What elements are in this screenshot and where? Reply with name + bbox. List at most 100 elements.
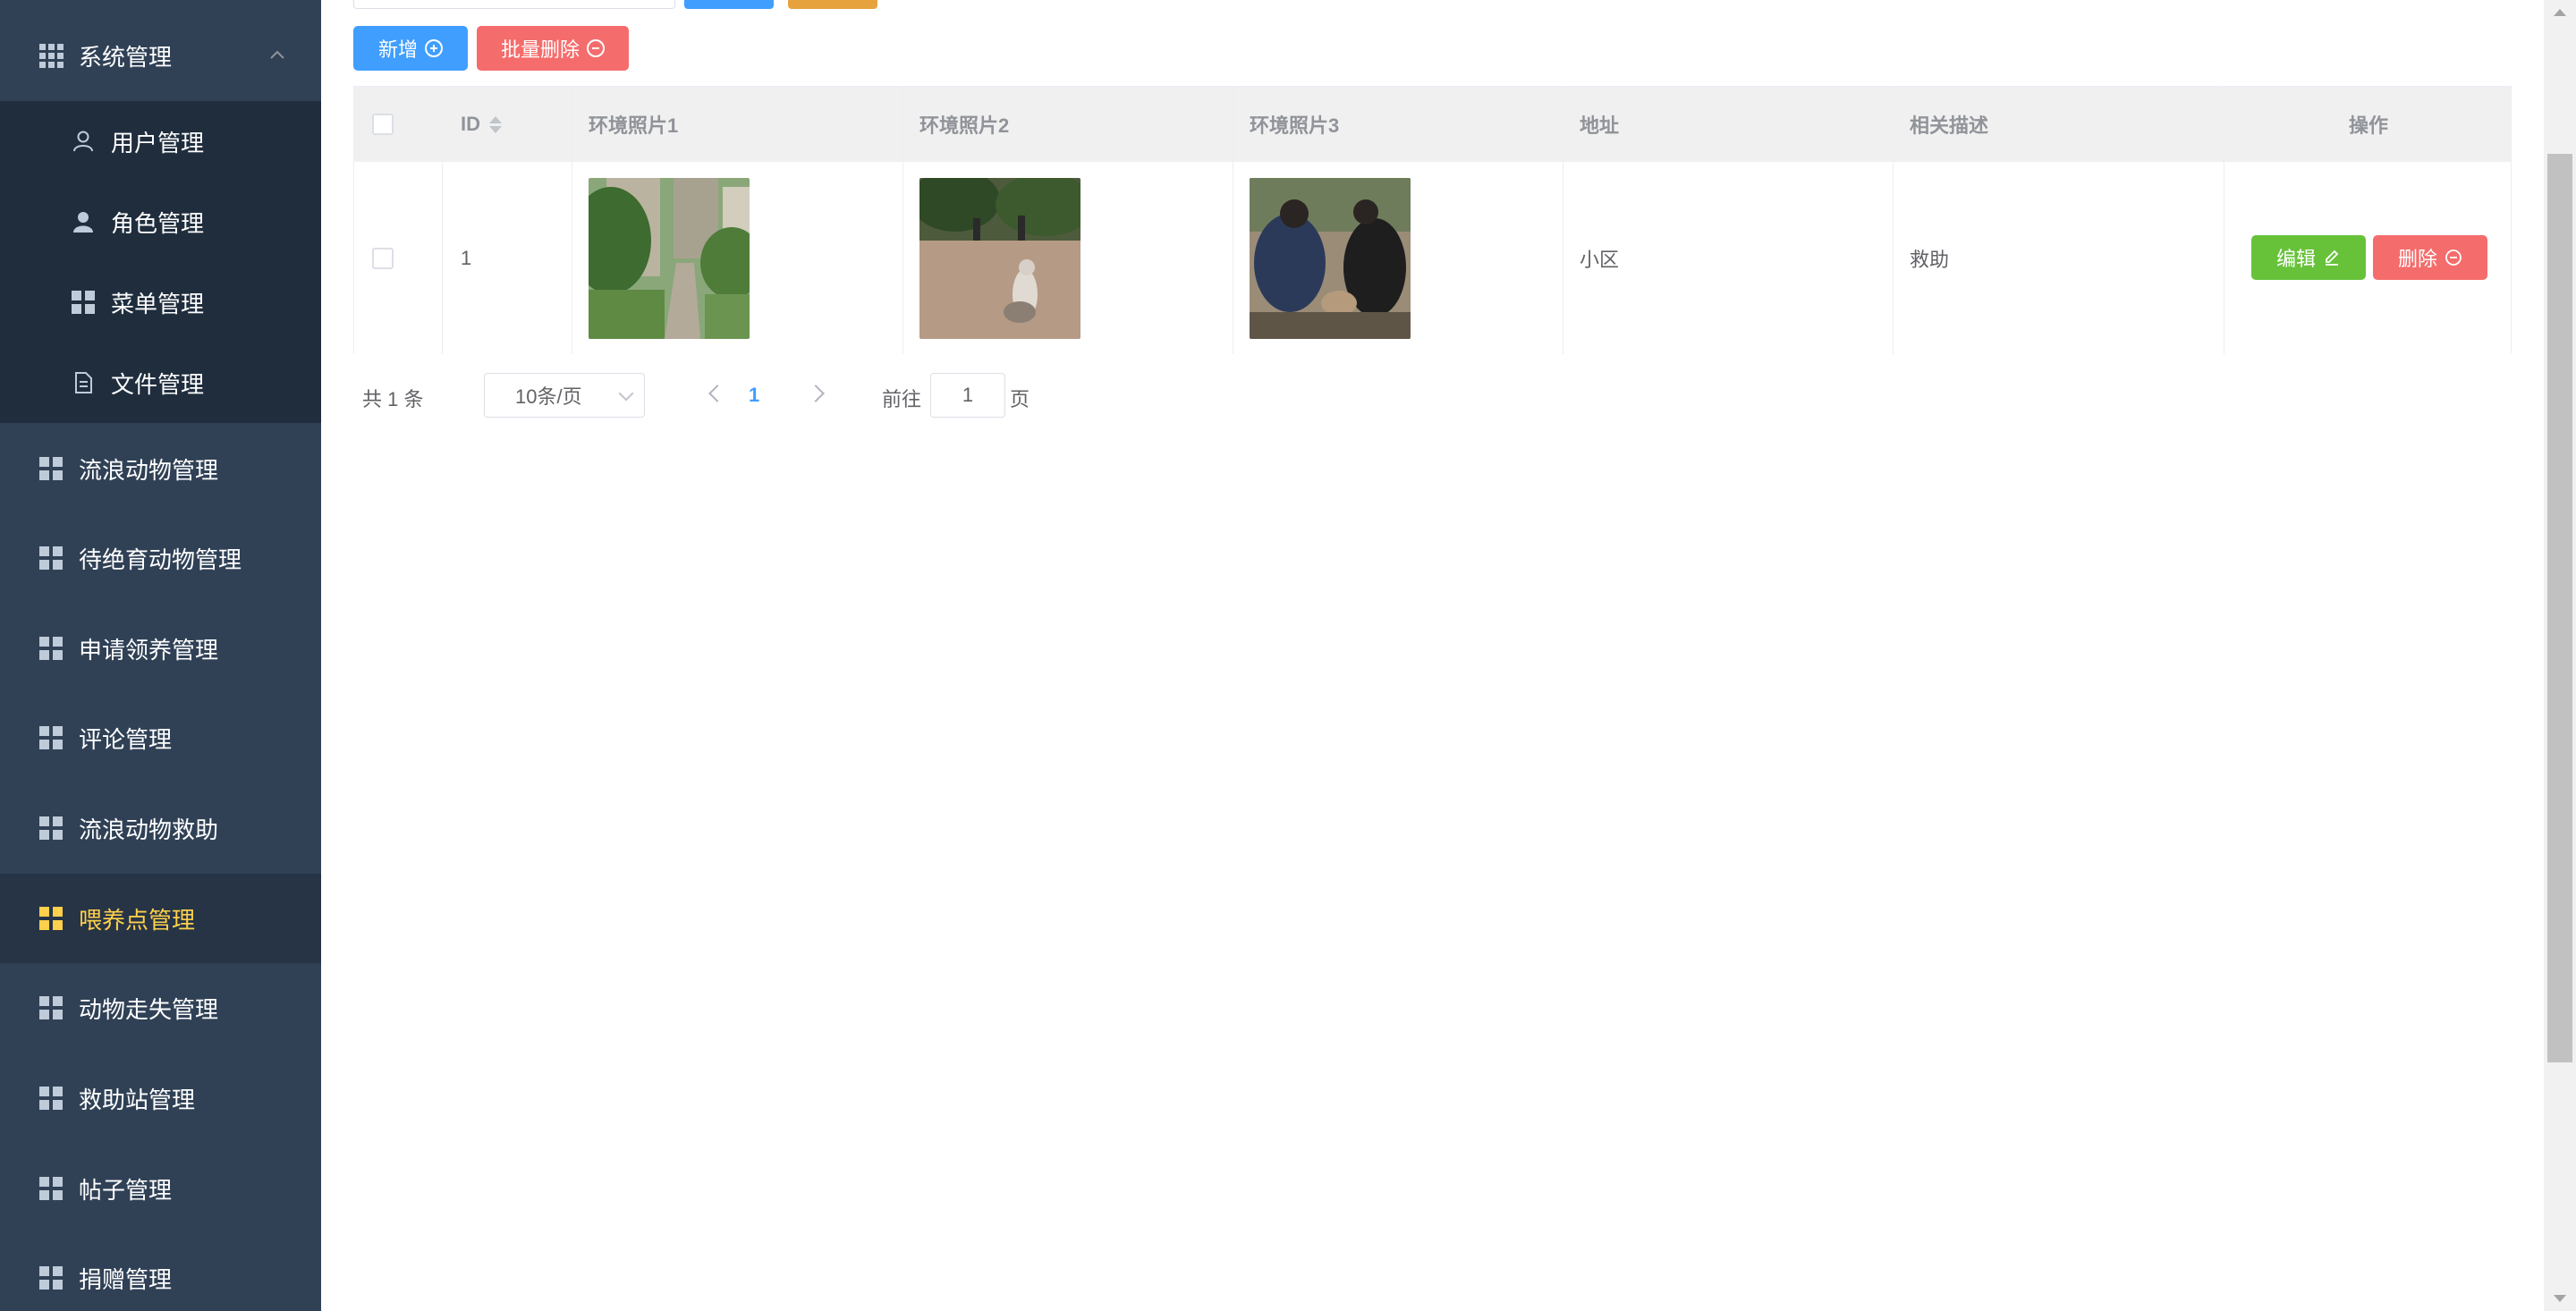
chevron-up-icon [270,50,284,59]
page-size-value: 10条/页 [515,385,582,408]
cell-photo2 [903,162,1233,354]
scroll-up-icon[interactable] [2554,9,2566,16]
pagination: 共 1 条 10条/页 1 前往 页 [353,371,1069,420]
header-photo1: 环境照片1 [572,87,903,162]
prev-page-icon[interactable] [708,385,726,402]
cell-description: 救助 [1894,162,2224,354]
sidebar-item-rescue-stations[interactable]: 救助站管理 [0,1053,321,1143]
header-photo2-label: 环境照片2 [919,114,1010,137]
sidebar-item-comments[interactable]: 评论管理 [0,693,321,782]
cell-photo3 [1233,162,1563,354]
cell-id-value: 1 [461,246,472,269]
goto-label: 前往 [882,388,922,410]
sidebar-item-file-management[interactable]: 文件管理 [0,343,321,423]
search-input[interactable] [353,0,675,9]
circle-minus-icon [2445,250,2462,266]
sidebar: 系统管理 用户管理 角色管理 菜单管理 文件管理 流浪动物管理 待绝育动物管理 [0,0,321,1311]
edit-icon [2326,250,2339,266]
batch-delete-label: 批量删除 [500,38,580,61]
header-description: 相关描述 [1894,87,2224,162]
grid-icon [39,816,63,840]
scrollbar-thumb[interactable] [2547,154,2572,1062]
cell-photo1 [572,162,903,354]
scroll-down-icon[interactable] [2554,1295,2566,1302]
sidebar-item-adoption[interactable]: 申请领养管理 [0,604,321,693]
sidebar-item-donations[interactable]: 捐赠管理 [0,1233,321,1311]
menu-grid-icon [72,291,95,314]
grid-icon [39,637,63,660]
sidebar-item-role-management[interactable]: 角色管理 [0,182,321,262]
sidebar-item-label: 申请领养管理 [79,636,219,664]
search-button[interactable] [684,0,774,9]
sort-icon[interactable] [489,115,502,133]
sidebar-item-label: 帖子管理 [79,1176,173,1204]
sidebar-item-sterilization[interactable]: 待绝育动物管理 [0,513,321,603]
grid-icon [39,546,63,570]
row-checkbox[interactable] [372,247,394,269]
grid-icon [39,1087,63,1110]
grid-icon [39,907,63,930]
sidebar-item-menu-management[interactable]: 菜单管理 [0,262,321,343]
cell-id: 1 [443,162,572,354]
edit-button[interactable]: 编辑 [2251,235,2366,280]
environment-photo-1[interactable] [589,177,750,339]
sidebar-item-label: 文件管理 [111,370,205,398]
grid-icon [39,996,63,1019]
add-button[interactable]: 新增 [353,26,468,71]
select-all-checkbox[interactable] [372,114,394,135]
row-select [354,162,443,354]
circle-plus-icon [425,39,443,57]
sidebar-item-label: 捐赠管理 [79,1265,173,1293]
menu-system-management[interactable]: 系统管理 [0,11,321,100]
batch-delete-button[interactable]: 批量删除 [477,26,629,71]
cell-address: 小区 [1563,162,1894,354]
sidebar-item-label: 动物走失管理 [79,995,219,1023]
sidebar-item-stray-animal[interactable]: 流浪动物管理 [0,424,321,513]
document-icon [75,372,92,393]
delete-button[interactable]: 删除 [2373,235,2487,280]
header-description-label: 相关描述 [1910,114,1989,137]
grid-icon [39,457,63,480]
header-photo1-label: 环境照片1 [589,114,679,137]
next-page-icon[interactable] [807,385,825,402]
header-photo2: 环境照片2 [903,87,1233,162]
table-row: 1 小区 救助 编辑 删除 [354,162,2511,354]
sidebar-item-label: 喂养点管理 [79,906,196,934]
environment-photo-2[interactable] [919,177,1080,339]
header-actions-label: 操作 [2348,114,2388,137]
header-select [354,87,443,162]
page-size-select[interactable]: 10条/页 [484,373,645,418]
vertical-scrollbar[interactable] [2544,0,2576,1311]
sidebar-item-label: 流浪动物管理 [79,456,219,484]
header-photo3: 环境照片3 [1233,87,1563,162]
sidebar-item-posts[interactable]: 帖子管理 [0,1144,321,1233]
header-actions: 操作 [2224,87,2512,162]
sidebar-item-lost-animals[interactable]: 动物走失管理 [0,963,321,1053]
header-photo3-label: 环境照片3 [1250,114,1340,137]
page-number[interactable]: 1 [749,384,759,407]
grid-icon [39,44,64,68]
chevron-down-icon [618,385,634,402]
cell-address-value: 小区 [1580,248,1620,271]
goto-page-input[interactable] [930,373,1005,418]
page-suffix-label: 页 [1010,388,1030,410]
environment-photo-3[interactable] [1250,177,1411,339]
data-table: ID 环境照片1 环境照片2 环境照片3 地址 相关描述 操作 1 小区 救助 … [353,86,2512,354]
sidebar-item-feeding-points[interactable]: 喂养点管理 [0,874,321,963]
header-address-label: 地址 [1580,114,1620,137]
menu-label: 系统管理 [79,43,173,71]
grid-icon [39,1266,63,1290]
reset-button[interactable] [788,0,877,9]
cell-description-value: 救助 [1910,248,1950,271]
sidebar-item-user-management[interactable]: 用户管理 [0,101,321,182]
edit-button-label: 编辑 [2275,248,2316,270]
main-content: 新增 批量删除 ID 环境照片1 环境照片2 环境照片3 地址 相关描述 操作 … [321,0,2544,1311]
sidebar-item-label: 菜单管理 [111,290,205,317]
header-address: 地址 [1563,87,1894,162]
user-filled-icon [73,212,93,233]
sidebar-item-label: 评论管理 [79,725,173,753]
header-id-label: ID [461,113,480,135]
sidebar-item-rescue[interactable]: 流浪动物救助 [0,783,321,873]
sidebar-item-label: 用户管理 [111,129,205,156]
header-id[interactable]: ID [443,87,572,162]
